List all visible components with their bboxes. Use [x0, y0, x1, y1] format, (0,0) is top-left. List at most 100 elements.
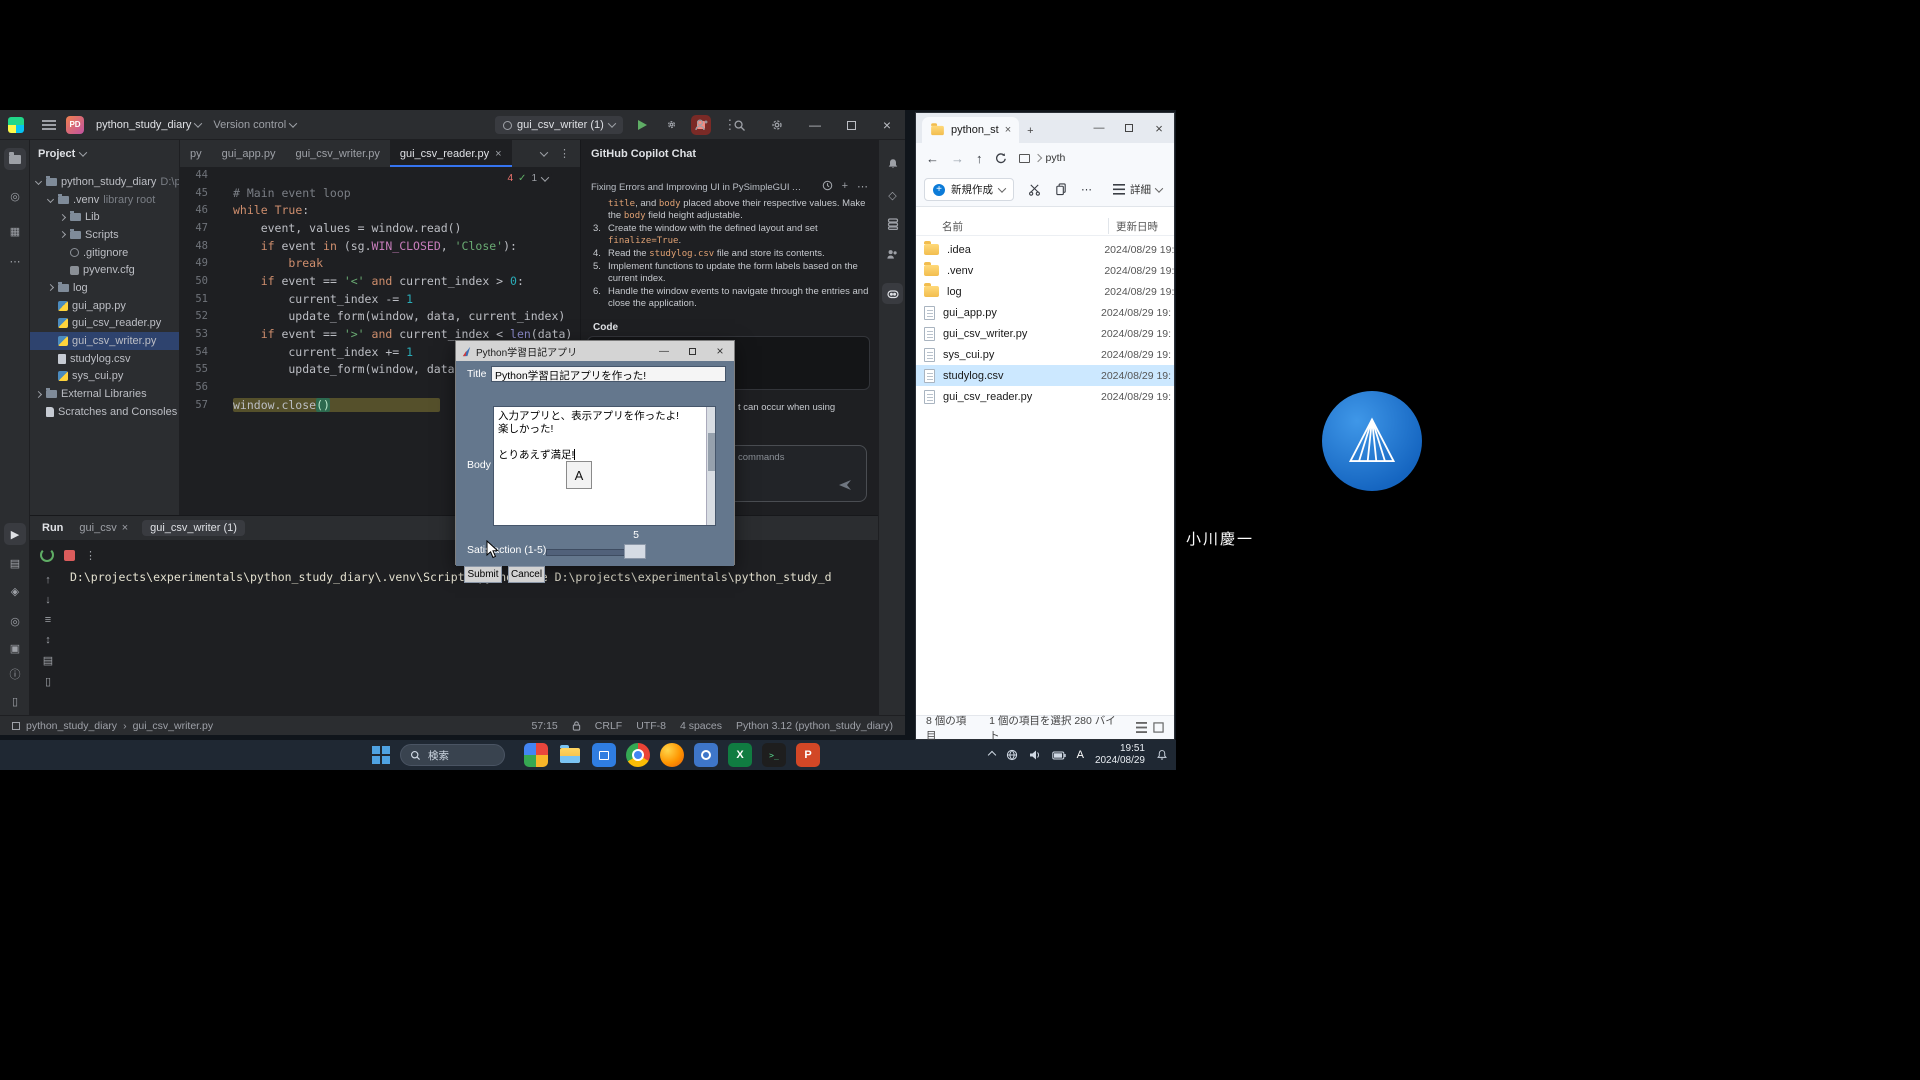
taskbar-search[interactable]: 検索 [400, 744, 505, 766]
inspections-widget[interactable]: 4 ✓ 1 [503, 172, 552, 185]
tab-close-icon[interactable]: × [495, 148, 501, 160]
store-icon[interactable] [592, 743, 616, 767]
tree-item-.venv[interactable]: .venvlibrary root [30, 191, 179, 209]
column-modified[interactable]: 更新日時 [1116, 219, 1158, 234]
breadcrumb-project[interactable]: python_study_diary [26, 720, 117, 732]
project-tool-icon[interactable] [4, 148, 26, 170]
more-tools-icon[interactable]: ⋯ [4, 250, 26, 272]
tree-item-log[interactable]: log [30, 279, 179, 297]
file-encoding[interactable]: UTF-8 [636, 720, 666, 732]
print-icon[interactable]: ▤ [40, 654, 56, 667]
tab-gui_app.py[interactable]: gui_app.py [212, 140, 286, 167]
tree-item-Scratches and Consoles[interactable]: Scratches and Consoles [30, 403, 179, 421]
dialog-maximize-button[interactable] [678, 341, 706, 361]
address-breadcrumb[interactable]: pyth [1019, 152, 1066, 164]
view-details-button[interactable]: 詳細 [1113, 182, 1166, 197]
chevron-right-icon[interactable] [35, 391, 42, 398]
code-line-50[interactable]: 50 if event == '<' and current_index > 0… [180, 272, 580, 290]
python-console-icon[interactable]: ◎ [4, 610, 26, 632]
start-button[interactable] [372, 746, 390, 764]
run-tab-gui_csv_writer (1)[interactable]: gui_csv_writer (1) [142, 520, 245, 536]
copilot-icon[interactable] [882, 283, 903, 304]
notification-bell-icon[interactable] [1156, 749, 1168, 761]
rerun-icon[interactable] [40, 548, 54, 562]
problems-tool-icon[interactable]: ⓘ [4, 663, 26, 685]
large-icons-view-icon[interactable] [1153, 722, 1164, 733]
file-row-gui_csv_writer.py[interactable]: gui_csv_writer.py2024/08/29 19:42 [916, 323, 1174, 344]
add-user-icon[interactable] [683, 110, 719, 140]
run-button[interactable] [631, 114, 653, 136]
chrome-icon[interactable] [626, 743, 650, 767]
textarea-scrollbar[interactable] [706, 407, 715, 525]
code-line-45[interactable]: 45# Main event loop [180, 184, 580, 202]
code-line-52[interactable]: 52 update_form(window, data, current_ind… [180, 308, 580, 326]
code-line-49[interactable]: 49 break [180, 254, 580, 272]
python-packages-icon[interactable]: ▤ [4, 552, 26, 574]
tab-py[interactable]: py [180, 140, 212, 167]
ime-mode-indicator[interactable]: A [1077, 749, 1084, 761]
breadcrumb[interactable]: python_study_diary › gui_csv_writer.py [12, 720, 213, 732]
terminal-tool-icon[interactable]: ▣ [4, 637, 26, 659]
explorer-maximize-button[interactable] [1114, 113, 1144, 143]
widgets-icon[interactable] [524, 743, 548, 767]
tree-item-pyvenv.cfg[interactable]: pyvenv.cfg [30, 261, 179, 279]
forward-icon[interactable]: → [951, 151, 964, 166]
powerpoint-icon[interactable]: P [796, 743, 820, 767]
code-line-47[interactable]: 47 event, values = window.read() [180, 219, 580, 237]
todo-tool-icon[interactable]: ▯ [4, 690, 26, 712]
terminal-icon[interactable]: >_ [762, 743, 786, 767]
run-config-selector[interactable]: gui_csv_writer (1) [495, 116, 623, 134]
send-icon[interactable] [838, 479, 852, 491]
cursor-position[interactable]: 57:15 [532, 720, 558, 732]
stop-process-icon[interactable] [64, 550, 75, 561]
tab-close-icon[interactable]: × [1005, 124, 1011, 136]
console-more-icon[interactable]: ⋮ [85, 549, 96, 562]
notifications-bell-icon[interactable] [882, 153, 903, 174]
clear-console-icon[interactable]: ▯ [40, 675, 56, 688]
file-explorer-icon[interactable] [558, 743, 582, 767]
database-icon[interactable] [882, 213, 903, 234]
scroll-to-end-icon[interactable]: ↕ [40, 634, 56, 646]
cancel-button[interactable]: Cancel [508, 566, 545, 583]
code-line-51[interactable]: 51 current_index -= 1 [180, 290, 580, 308]
taskbar-clock[interactable]: 19:51 2024/08/29 [1095, 743, 1145, 768]
column-divider[interactable] [1108, 218, 1109, 234]
tab-more-icon[interactable]: ⋮ [559, 147, 570, 160]
new-chat-icon[interactable]: + [842, 180, 848, 193]
tree-item-studylog.csv[interactable]: studylog.csv [30, 350, 179, 368]
lock-icon[interactable] [572, 721, 581, 731]
copy-icon[interactable] [1055, 183, 1067, 196]
python-interpreter[interactable]: Python 3.12 (python_study_diary) [736, 720, 893, 732]
project-panel-header[interactable]: Project [38, 148, 86, 160]
file-row-.venv[interactable]: .venv2024/08/29 19:11 [916, 260, 1174, 281]
new-tab-icon[interactable]: + [1027, 125, 1033, 137]
file-row-.idea[interactable]: .idea2024/08/29 19:51 [916, 239, 1174, 260]
body-textarea[interactable]: 入力アプリと、表示アプリを作ったよ!楽しかった!とりあえず満足! [493, 406, 716, 526]
run-tool-icon[interactable]: ▶ [4, 523, 26, 545]
chevron-right-icon[interactable] [47, 284, 54, 291]
tree-item-Scripts[interactable]: Scripts [30, 226, 179, 244]
structure-tool-icon[interactable]: ▦ [4, 220, 26, 242]
indent-style[interactable]: 4 spaces [680, 720, 722, 732]
chevron-right-icon[interactable] [59, 214, 66, 221]
explorer-close-button[interactable]: × [1144, 113, 1174, 143]
file-row-gui_app.py[interactable]: gui_app.py2024/08/29 19:39 [916, 302, 1174, 323]
dialog-minimize-button[interactable]: — [650, 341, 678, 361]
tree-item-python_study_diary[interactable]: python_study_diaryD:\proj [30, 173, 179, 191]
details-view-icon[interactable] [1136, 722, 1147, 733]
line-ending[interactable]: CRLF [595, 720, 622, 732]
network-icon[interactable] [1006, 749, 1018, 761]
settings-icon[interactable] [694, 743, 718, 767]
column-name[interactable]: 名前 [942, 219, 963, 234]
tree-item-Lib[interactable]: Lib [30, 208, 179, 226]
services-tool-icon[interactable]: ◈ [4, 580, 26, 602]
run-tab-close-icon[interactable]: × [122, 522, 128, 534]
scroll-up-icon[interactable]: ↑ [40, 574, 56, 586]
file-row-gui_csv_reader.py[interactable]: gui_csv_reader.py2024/08/29 19:50 [916, 386, 1174, 407]
debug-button[interactable] [661, 114, 683, 136]
code-line-48[interactable]: 48 if event in (sg.WIN_CLOSED, 'Close'): [180, 237, 580, 255]
tree-item-gui_app.py[interactable]: gui_app.py [30, 297, 179, 315]
breadcrumb-file[interactable]: gui_csv_writer.py [133, 720, 214, 732]
soft-wrap-icon[interactable]: ≡ [40, 614, 56, 626]
project-name-button[interactable]: python_study_diary [90, 116, 207, 134]
